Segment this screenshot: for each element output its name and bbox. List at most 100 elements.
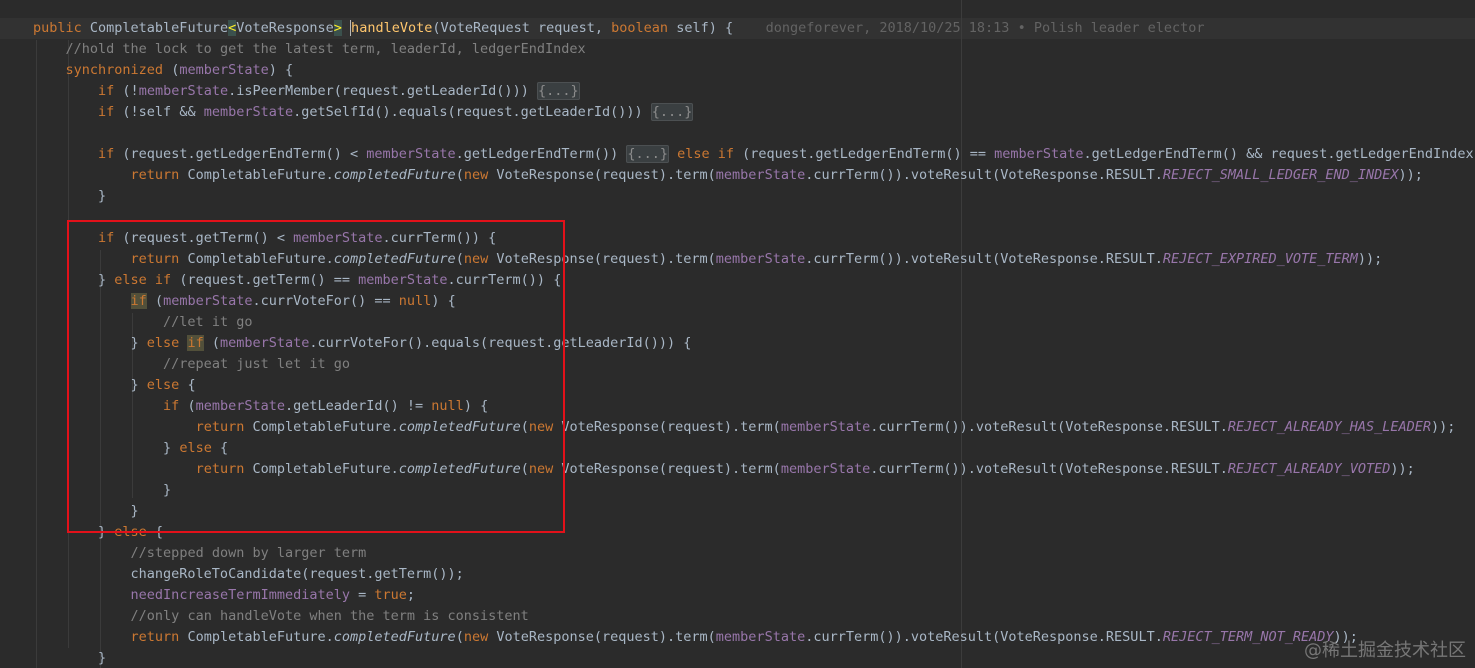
code-token: memberState — [203, 104, 294, 120]
code-line: } — [33, 648, 106, 668]
folded-code-block[interactable]: {...} — [536, 82, 580, 100]
code-token: CompletableFuture. — [187, 629, 334, 645]
code-line: if (!memberState.isPeerMember(request.ge… — [33, 81, 580, 102]
code-token: )); — [1431, 419, 1456, 435]
code-token: completedFuture — [333, 167, 456, 183]
code-token: (request.getLedgerEndTerm() == — [742, 146, 995, 162]
code-token: needIncreaseTermImmediately — [130, 587, 350, 603]
code-token: new — [463, 629, 497, 645]
code-token: .currTerm()).voteResult(VoteResponse.RES… — [870, 419, 1228, 435]
code-line: //hold the lock to get the latest term, … — [33, 39, 586, 60]
code-token: (!self && — [122, 104, 204, 120]
code-token: ( — [455, 629, 464, 645]
code-token: if — [98, 146, 123, 162]
code-token: .getLedgerEndTerm()) — [455, 146, 627, 162]
code-token: )); — [1390, 461, 1415, 477]
code-token: memberState — [715, 629, 806, 645]
code-token: (! — [122, 83, 139, 99]
code-token: .currTerm()).voteResult(VoteResponse.RES… — [805, 251, 1163, 267]
code-token: .isPeerMember(request.getLeaderId())) — [228, 83, 537, 99]
code-token: memberState — [366, 146, 456, 162]
code-token: memberState — [780, 419, 871, 435]
code-token: VoteResponse(request).term( — [496, 167, 716, 183]
code-token: memberState — [715, 251, 806, 267]
code-token: ; — [406, 587, 416, 603]
code-token: memberState — [715, 167, 806, 183]
code-token: .getLedgerEndTerm() && request.getLedger… — [1083, 146, 1475, 162]
code-token: ( — [455, 167, 464, 183]
code-token: //stepped down by larger term — [130, 545, 367, 561]
code-line: //stepped down by larger term — [33, 543, 367, 564]
code-token: completedFuture — [333, 629, 456, 645]
code-token: changeRoleToCandidate(request.getTerm())… — [33, 566, 464, 582]
code-token: } — [33, 650, 107, 666]
code-token: andleVote — [359, 20, 433, 36]
code-line: return CompletableFuture.completedFuture… — [33, 165, 1423, 186]
code-token: .currTerm()).voteResult(VoteResponse.RES… — [805, 167, 1163, 183]
right-margin-guide — [961, 0, 962, 668]
code-line: if (!self && memberState.getSelfId().equ… — [33, 102, 694, 123]
code-token: memberState — [138, 83, 229, 99]
code-line: //only can handleVote when the term is c… — [33, 606, 529, 627]
code-token: public — [33, 20, 90, 36]
code-token: if — [98, 83, 123, 99]
code-line: return CompletableFuture.completedFuture… — [33, 627, 1358, 648]
code-token: new — [463, 167, 497, 183]
code-editor[interactable]: public CompletableFuture<VoteResponse> h… — [0, 0, 1475, 668]
code-token: VoteResponse(request).term( — [561, 419, 781, 435]
code-token: VoteResponse(request).term( — [496, 629, 716, 645]
code-token: memberState — [780, 461, 871, 477]
code-token: memberState — [994, 146, 1084, 162]
code-line: if (request.getLedgerEndTerm() < memberS… — [33, 144, 1475, 165]
code-token: )); — [1398, 167, 1423, 183]
code-token: synchronized — [65, 62, 172, 78]
code-token: true — [374, 587, 407, 603]
code-token: .getSelfId().equals(request.getLeaderId(… — [293, 104, 651, 120]
code-token: CompletableFuture — [89, 20, 229, 36]
red-annotation-box — [67, 220, 565, 533]
code-token: CompletableFuture. — [187, 167, 334, 183]
code-token: return — [130, 167, 188, 183]
code-token: VoteResponse — [236, 20, 334, 36]
watermark: @稀土掘金技术社区 — [1304, 640, 1466, 661]
code-token: REJECT_ALREADY_VOTED — [1227, 461, 1391, 477]
code-line: } — [33, 186, 106, 207]
code-token: REJECT_SMALL_LEDGER_END_INDEX — [1162, 167, 1399, 183]
code-token: )); — [1357, 251, 1383, 267]
code-token: } — [33, 188, 107, 204]
code-token: .currTerm()).voteResult(VoteResponse.RES… — [805, 629, 1163, 645]
code-token: boolean — [611, 20, 677, 36]
code-token: self) { — [676, 20, 734, 36]
code-token: if — [98, 104, 123, 120]
code-line: synchronized (memberState) { — [33, 60, 294, 81]
code-line: needIncreaseTermImmediately = true; — [33, 585, 416, 606]
code-token: memberState — [179, 62, 269, 78]
code-token: < — [228, 20, 237, 36]
folded-code-block[interactable]: {...} — [650, 103, 694, 121]
code-token: (VoteRequest request, — [432, 20, 612, 36]
code-line: changeRoleToCandidate(request.getTerm())… — [33, 564, 464, 585]
code-token: REJECT_ALREADY_HAS_LEADER — [1227, 419, 1432, 435]
code-token: return — [130, 629, 188, 645]
code-token: //only can handleVote when the term is c… — [130, 608, 529, 624]
code-token: //hold the lock to get the latest term, … — [65, 41, 586, 57]
code-token: = — [350, 587, 375, 603]
code-token: .currTerm()).voteResult(VoteResponse.RES… — [870, 461, 1228, 477]
code-token: > — [333, 20, 342, 36]
folded-code-block[interactable]: {...} — [626, 145, 669, 163]
code-token: ) { — [268, 62, 294, 78]
code-token: VoteResponse(request).term( — [561, 461, 781, 477]
code-token: (request.getLedgerEndTerm() < — [122, 146, 367, 162]
code-token: h — [350, 20, 360, 36]
code-token: else if — [677, 146, 743, 162]
code-line: public CompletableFuture<VoteResponse> h… — [33, 18, 1205, 39]
